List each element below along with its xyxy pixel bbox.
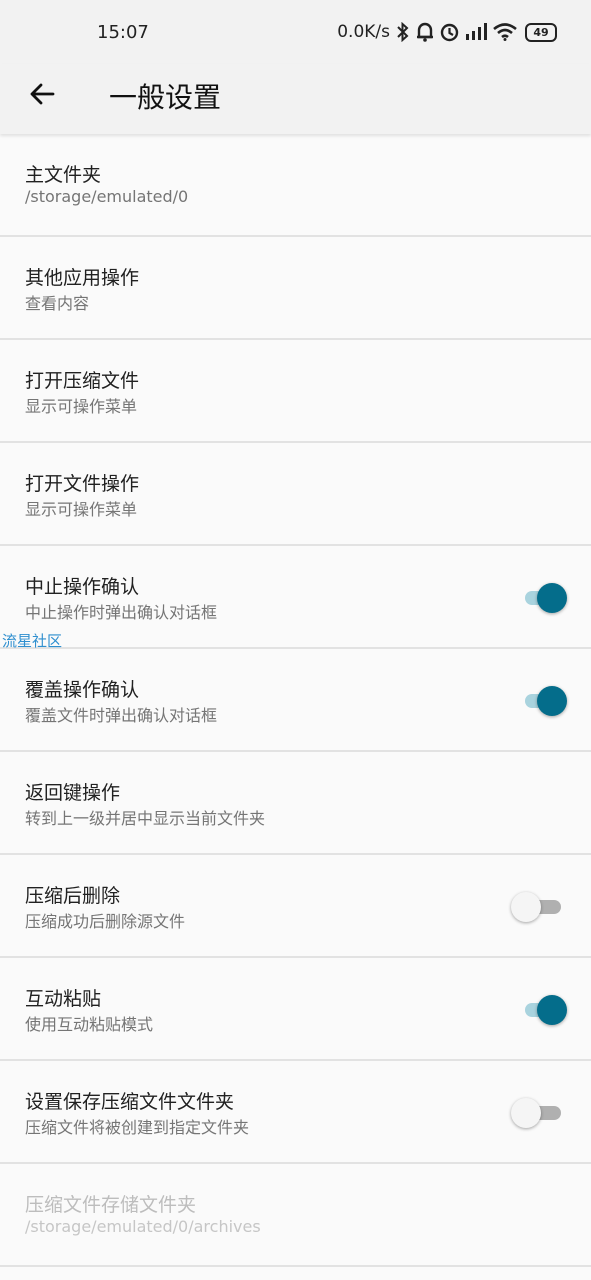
arrow-left-icon [28, 80, 56, 112]
setting-title: 压缩文件存储文件夹 [25, 1194, 197, 1216]
setting-other-app-action[interactable]: 其他应用操作 查看内容 [0, 237, 591, 340]
setting-abort-confirm[interactable]: 中止操作确认 中止操作时弹出确认对话框 [0, 546, 591, 649]
bluetooth-icon [396, 22, 410, 42]
back-button[interactable] [20, 74, 64, 118]
setting-interactive-paste[interactable]: 互动粘贴 使用互动粘贴模式 [0, 958, 591, 1061]
setting-back-key-action[interactable]: 返回键操作 转到上一级并居中显示当前文件夹 [0, 752, 591, 855]
interactive-paste-toggle[interactable] [521, 994, 567, 1026]
status-time: 15:07 [97, 22, 149, 43]
setting-title: 覆盖操作确认 [25, 679, 140, 701]
battery-icon: 49 [525, 22, 557, 42]
setting-title: 设置保存压缩文件文件夹 [25, 1091, 235, 1113]
signal-icon [465, 23, 487, 41]
setting-overwrite-confirm[interactable]: 覆盖操作确认 覆盖文件时弹出确认对话框 [0, 649, 591, 752]
setting-title: 打开文件操作 [25, 473, 140, 495]
setting-subtitle: 转到上一级并居中显示当前文件夹 [25, 809, 266, 828]
setting-subtitle: 压缩成功后删除源文件 [25, 912, 186, 931]
setting-subtitle: 覆盖文件时弹出确认对话框 [25, 706, 218, 725]
setting-subtitle: 查看内容 [25, 294, 90, 313]
setting-archive-storage-folder: 压缩文件存储文件夹 /storage/emulated/0/archives [0, 1164, 591, 1267]
setting-subtitle: 压缩文件将被创建到指定文件夹 [25, 1118, 250, 1137]
setting-title: 其他应用操作 [25, 267, 140, 289]
watermark: 流星社区 [2, 632, 63, 650]
bell-icon [416, 22, 434, 42]
setting-archive-save-folder[interactable]: 设置保存压缩文件文件夹 压缩文件将被创建到指定文件夹 [0, 1061, 591, 1164]
overwrite-confirm-toggle[interactable] [521, 685, 567, 717]
setting-subtitle: 显示可操作菜单 [25, 500, 138, 519]
setting-open-file-action[interactable]: 打开文件操作 显示可操作菜单 [0, 443, 591, 546]
alarm-icon [440, 23, 459, 42]
setting-title: 返回键操作 [25, 782, 121, 804]
status-bar: 15:07 0.0K/s 49 [0, 0, 591, 64]
setting-title: 互动粘贴 [25, 988, 102, 1010]
app-bar: 一般设置 [0, 64, 591, 134]
abort-confirm-toggle[interactable] [521, 582, 567, 614]
setting-title: 打开压缩文件 [25, 370, 140, 392]
setting-subtitle: /storage/emulated/0/archives [25, 1217, 261, 1236]
network-speed: 0.0K/s [337, 22, 390, 42]
page-title: 一般设置 [109, 81, 222, 114]
setting-subtitle: 显示可操作菜单 [25, 397, 138, 416]
setting-subtitle: 使用互动粘贴模式 [25, 1015, 154, 1034]
setting-title: 中止操作确认 [25, 576, 140, 598]
setting-home-folder[interactable]: 主文件夹 /storage/emulated/0 [0, 134, 591, 237]
setting-subtitle: /storage/emulated/0 [25, 187, 189, 206]
delete-after-compress-toggle[interactable] [511, 891, 561, 923]
status-icons: 0.0K/s 49 [337, 22, 557, 42]
setting-subtitle: 中止操作时弹出确认对话框 [25, 603, 218, 622]
setting-title: 主文件夹 [25, 164, 102, 186]
setting-delete-after-compress[interactable]: 压缩后删除 压缩成功后删除源文件 [0, 855, 591, 958]
setting-title: 压缩后删除 [25, 885, 121, 907]
setting-open-archive[interactable]: 打开压缩文件 显示可操作菜单 [0, 340, 591, 443]
archive-save-folder-toggle[interactable] [511, 1097, 561, 1129]
wifi-icon [493, 23, 517, 41]
settings-list: 主文件夹 /storage/emulated/0 其他应用操作 查看内容 打开压… [0, 134, 591, 1267]
